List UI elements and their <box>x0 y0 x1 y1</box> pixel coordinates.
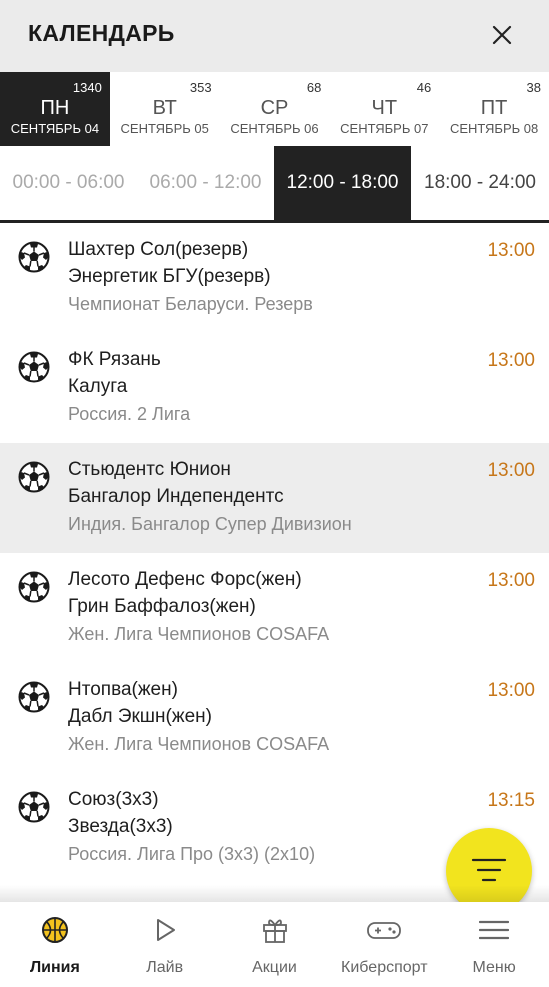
league-name: Россия. Лига Про (3х3) (2х10) <box>68 844 316 864</box>
event-count: 38 <box>526 80 541 95</box>
nav-item-promo[interactable]: Акции <box>220 902 330 987</box>
page-title: КАЛЕНДАРЬ <box>28 20 175 46</box>
league-name: Жен. Лига Чемпионов COSAFA <box>68 624 330 644</box>
team-home: Лесото Дефенс Форс(жен) <box>68 569 302 590</box>
nav-item-menu[interactable]: Меню <box>439 902 549 987</box>
day-name: ВТ <box>152 97 177 119</box>
list-item[interactable]: Нтопва(жен) Дабл Экшн(жен) Жен. Лига Чем… <box>0 663 549 773</box>
time-slot-tabs: 00:00 - 06:00 06:00 - 12:00 12:00 - 18:0… <box>0 146 549 220</box>
nav-item-esports[interactable]: Киберспорт <box>329 902 439 987</box>
tab-slot-12-18[interactable]: 12:00 - 18:00 <box>274 146 411 220</box>
team-home: ФК Рязань <box>68 349 161 370</box>
event-time: 13:00 <box>487 460 535 481</box>
soccer-ball-icon <box>18 681 50 713</box>
nav-shadow <box>0 885 549 902</box>
nav-label: Акции <box>252 959 297 976</box>
list-item[interactable]: Лесото Дефенс Форс(жен) Грин Баффалоз(же… <box>0 553 549 663</box>
gift-icon <box>260 915 290 945</box>
tab-slot-00-06[interactable]: 00:00 - 06:00 <box>0 146 137 220</box>
soccer-ball-icon <box>18 351 50 383</box>
nav-label: Киберспорт <box>341 959 428 976</box>
team-home: Нтопва(жен) <box>68 679 178 700</box>
event-count: 353 <box>189 80 212 95</box>
play-icon <box>150 915 180 945</box>
basketball-icon <box>40 915 70 945</box>
gamepad-icon <box>367 915 402 945</box>
league-name: Чемпионат Беларуси. Резерв <box>68 294 313 314</box>
team-home: Стьюдентс Юнион <box>68 459 231 480</box>
event-time: 13:15 <box>487 790 535 811</box>
team-away: Энергетик БГУ(резерв) <box>68 266 271 287</box>
day-tabs: 1340 ПН СЕНТЯБРЬ 04 353 ВТ СЕНТЯБРЬ 05 6… <box>0 72 549 146</box>
event-time: 13:00 <box>487 350 535 371</box>
league-name: Россия. 2 Лига <box>68 404 191 424</box>
list-item[interactable]: ФК Рязань Калуга Россия. 2 Лига 13:00 <box>0 333 549 443</box>
close-icon[interactable] <box>487 20 517 50</box>
team-home: Союз(3х3) <box>68 789 159 810</box>
nav-item-line[interactable]: Линия <box>0 902 110 987</box>
league-name: Жен. Лига Чемпионов COSAFA <box>68 734 330 754</box>
tab-slot-06-12[interactable]: 06:00 - 12:00 <box>137 146 274 220</box>
event-time: 13:00 <box>487 240 535 261</box>
nav-item-live[interactable]: Лайв <box>110 902 220 987</box>
team-away: Калуга <box>68 376 128 397</box>
day-date: СЕНТЯБРЬ 04 <box>10 121 100 136</box>
tab-day-fri[interactable]: 38 ПТ СЕНТЯБРЬ 08 <box>439 72 549 146</box>
league-name: Индия. Бангалор Супер Дивизион <box>68 514 352 534</box>
menu-icon <box>479 915 510 945</box>
event-count: 46 <box>416 80 432 95</box>
day-date: СЕНТЯБРЬ 08 <box>449 121 539 136</box>
nav-label: Меню <box>472 959 516 976</box>
event-count: 68 <box>306 80 322 95</box>
day-date: СЕНТЯБРЬ 07 <box>340 121 429 136</box>
day-name: СР <box>260 97 289 119</box>
soccer-ball-icon <box>18 461 50 493</box>
day-name: ПТ <box>480 97 508 119</box>
soccer-ball-icon <box>18 241 50 273</box>
day-date: СЕНТЯБРЬ 05 <box>120 121 209 136</box>
tab-day-tue[interactable]: 353 ВТ СЕНТЯБРЬ 05 <box>109 72 220 146</box>
team-home: Шахтер Сол(резерв) <box>68 239 249 260</box>
soccer-ball-icon <box>18 571 50 603</box>
filter-icon <box>471 858 507 882</box>
tab-slot-18-24[interactable]: 18:00 - 24:00 <box>411 146 549 220</box>
event-time: 13:00 <box>487 570 535 591</box>
day-date: СЕНТЯБРЬ 06 <box>230 121 319 136</box>
event-list[interactable]: Шахтер Сол(резерв) Энергетик БГУ(резерв)… <box>0 223 549 903</box>
list-item[interactable]: Шахтер Сол(резерв) Энергетик БГУ(резерв)… <box>0 223 549 333</box>
event-time: 13:00 <box>487 680 535 701</box>
tab-day-wed[interactable]: 68 СР СЕНТЯБРЬ 06 <box>219 72 330 146</box>
day-name: ПН <box>40 97 70 119</box>
bottom-navigation: Линия Лайв Акции Киберспорт Меню <box>0 902 549 987</box>
tab-day-mon[interactable]: 1340 ПН СЕНТЯБРЬ 04 <box>0 72 110 146</box>
team-away: Звезда(3х3) <box>68 816 173 837</box>
team-away: Дабл Экшн(жен) <box>68 706 212 727</box>
calendar-header: КАЛЕНДАРЬ <box>0 0 549 72</box>
day-name: ЧТ <box>371 97 398 119</box>
soccer-ball-icon <box>18 791 50 823</box>
list-item[interactable]: Стьюдентс Юнион Бангалор Индепендентс Ин… <box>0 443 549 553</box>
tab-day-thu[interactable]: 46 ЧТ СЕНТЯБРЬ 07 <box>329 72 440 146</box>
team-away: Бангалор Индепендентс <box>68 486 284 507</box>
event-count: 1340 <box>72 80 102 95</box>
team-away: Грин Баффалоз(жен) <box>68 596 256 617</box>
nav-label: Линия <box>29 959 80 976</box>
nav-label: Лайв <box>146 959 184 976</box>
